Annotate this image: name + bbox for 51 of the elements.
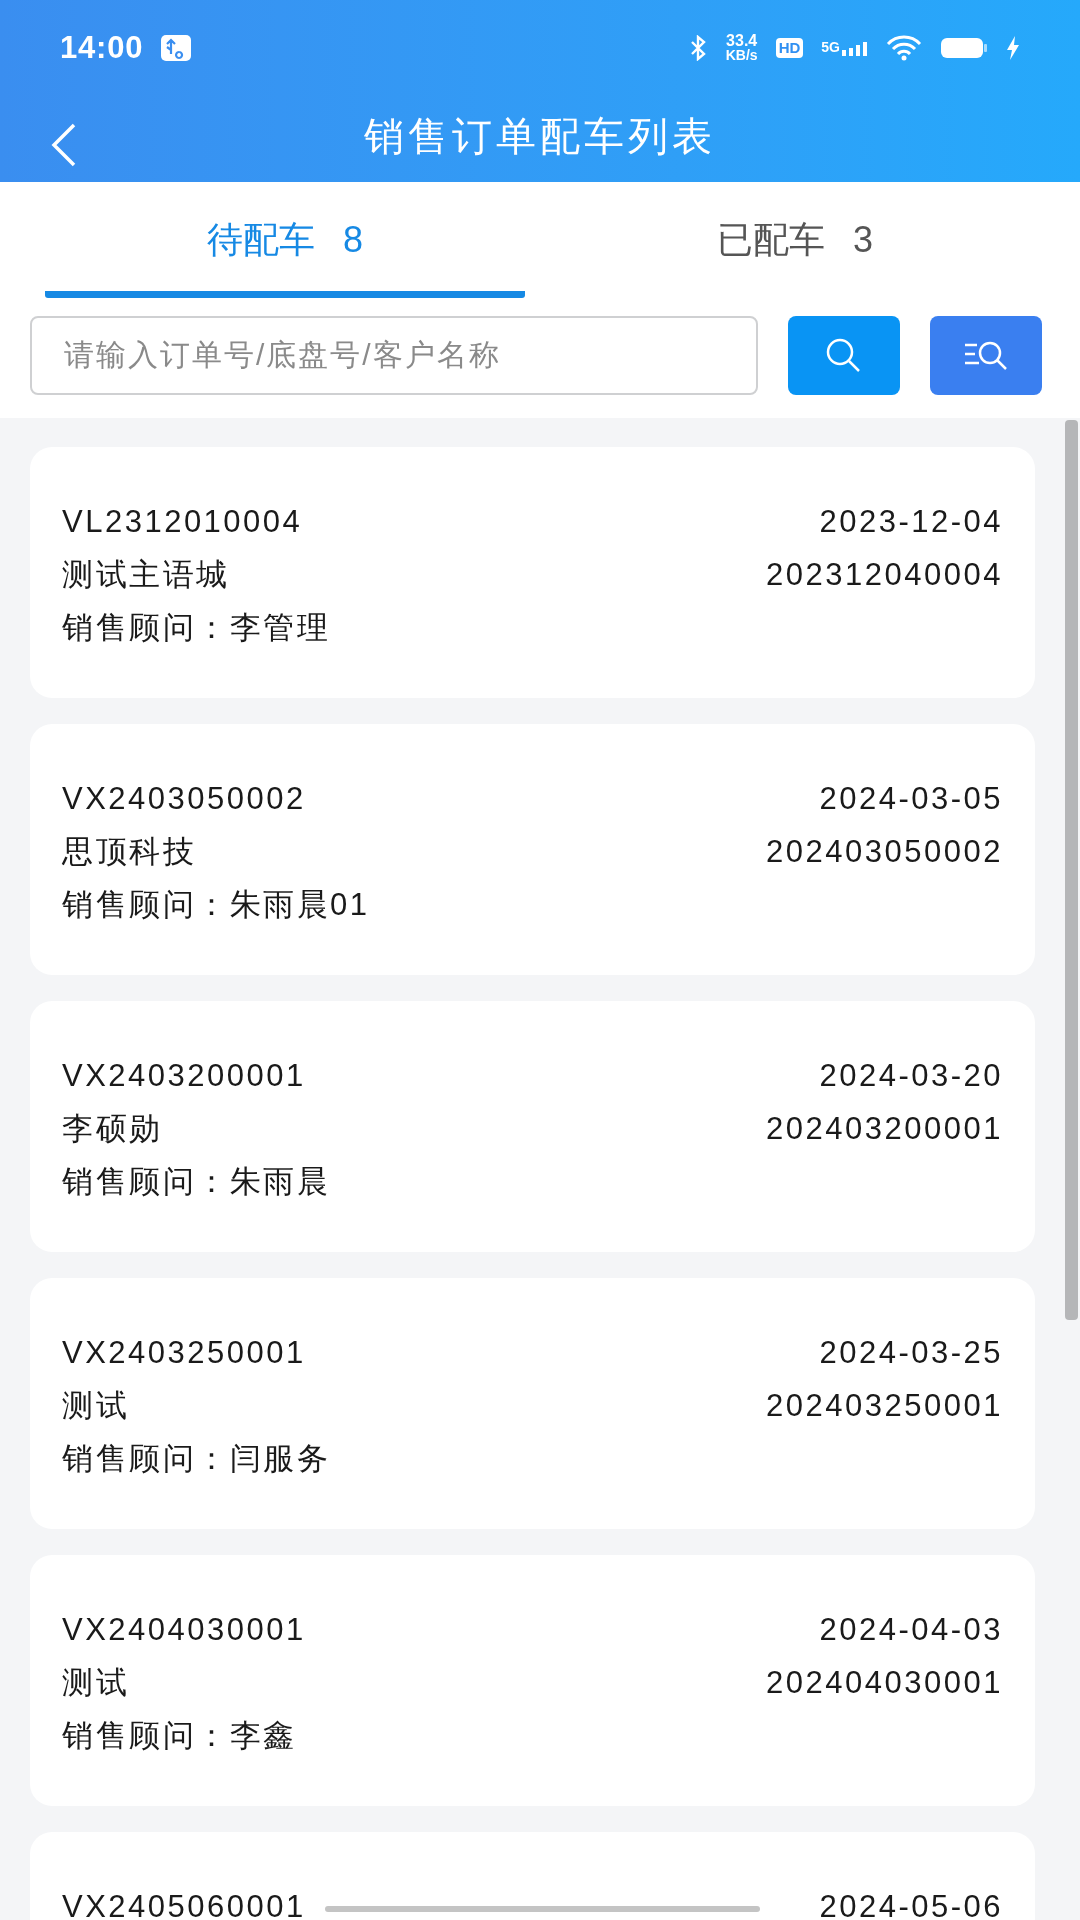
- sales-advisor: 销售顾问：朱雨晨01: [62, 886, 370, 924]
- sales-advisor: 销售顾问：李管理: [62, 609, 330, 647]
- order-card[interactable]: VL2312010004 2023-12-04 测试主语城 202312040004 销售顾问：李管理: [30, 447, 1035, 698]
- page-title: 销售订单配车列表: [364, 113, 716, 160]
- order-card[interactable]: VX2404030001 2024-04-03 测试 202404030001 销售顾问：李鑫: [30, 1555, 1035, 1806]
- customer-name: 测试主语城: [62, 556, 230, 594]
- sales-advisor: 销售顾问：李鑫: [62, 1717, 297, 1755]
- order-number: VX2405060001: [62, 1888, 306, 1920]
- search-field[interactable]: 请输入订单号/底盘号/客户名称: [30, 315, 758, 395]
- tab[interactable]: 已配车 3: [555, 182, 1035, 298]
- order-date: 2023-12-04: [819, 503, 1003, 541]
- order-card[interactable]: VX2405060001 2024-05-06: [30, 1832, 1035, 1920]
- order-date: 2024-03-20: [819, 1057, 1003, 1095]
- chassis-number: 202403200001: [766, 1110, 1003, 1148]
- customer-name: 思顶科技: [62, 833, 196, 871]
- order-date: 2024-03-25: [819, 1334, 1003, 1372]
- order-card[interactable]: VX2403200001 2024-03-20 李硕勋 202403200001 销售顾问：朱雨晨: [30, 1001, 1035, 1252]
- order-number: VX2403250001: [62, 1334, 306, 1372]
- list-search-icon: [963, 339, 1009, 371]
- charging-icon: [1006, 36, 1020, 60]
- order-date: 2024-04-03: [819, 1611, 1003, 1649]
- network-type: 5G: [821, 40, 840, 54]
- chassis-number: 202312040004: [766, 556, 1003, 594]
- order-number: VL2312010004: [62, 503, 303, 541]
- order-number: VX2403200001: [62, 1057, 306, 1095]
- order-card[interactable]: VX2403250001 2024-03-25 测试 202403250001 销售顾问：闫服务: [30, 1278, 1035, 1529]
- sales-advisor: 销售顾问：朱雨晨: [62, 1163, 330, 1201]
- order-date: 2024-05-06: [819, 1888, 1003, 1920]
- status-time: 14:00: [60, 28, 144, 67]
- usb-settings-icon: [161, 35, 192, 61]
- network-speed: 33.4: [726, 33, 758, 48]
- search-button[interactable]: [788, 315, 900, 395]
- tab[interactable]: 待配车 8: [45, 182, 525, 298]
- order-date: 2024-03-05: [819, 780, 1003, 818]
- chassis-number: 202404030001: [766, 1664, 1003, 1702]
- wifi-icon: [886, 35, 922, 61]
- signal-icon: [842, 40, 868, 56]
- advanced-search-button[interactable]: [930, 315, 1042, 395]
- chassis-number: 202403250001: [766, 1387, 1003, 1425]
- order-card[interactable]: VX2403050002 2024-03-05 思顶科技 202403050002 销售顾问：朱雨晨01: [30, 724, 1035, 975]
- customer-name: 测试: [62, 1387, 129, 1425]
- hd-badge: HD: [775, 38, 804, 58]
- sales-advisor: 销售顾问：闫服务: [62, 1440, 330, 1478]
- customer-name: 测试: [62, 1664, 129, 1702]
- customer-name: 李硕勋: [62, 1110, 163, 1148]
- back-icon: [51, 123, 77, 167]
- order-number: VX2404030001: [62, 1611, 306, 1649]
- battery-icon: [940, 36, 988, 60]
- network-speed-unit: KB/s: [725, 48, 758, 63]
- order-number: VX2403050002: [62, 780, 306, 818]
- chassis-number: 202403050002: [766, 833, 1003, 871]
